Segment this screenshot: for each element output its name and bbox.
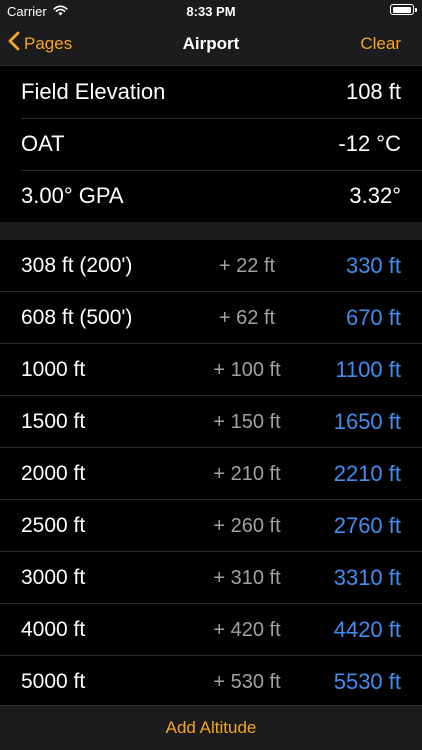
add-altitude-button[interactable]: Add Altitude	[166, 706, 257, 750]
altitude-corrected: 2210 ft	[333, 461, 401, 486]
altitude-row[interactable]: 5000 ft + 530 ft 5530 ft	[0, 656, 422, 708]
altitude-corrected: 1100 ft	[335, 357, 401, 382]
altitude-row[interactable]: 608 ft (500') + 62 ft 670 ft	[0, 292, 422, 344]
field-elevation-row[interactable]: Field Elevation 108 ft	[0, 66, 422, 118]
oat-label: OAT	[21, 131, 65, 156]
status-right	[390, 4, 417, 15]
screen: Carrier 8:33 PM Pages Airport Clear Fiel…	[0, 0, 422, 750]
altitude-row[interactable]: 3000 ft + 310 ft 3310 ft	[0, 552, 422, 604]
altitude-row[interactable]: 4000 ft + 420 ft 4420 ft	[0, 604, 422, 656]
back-button-label: Pages	[24, 33, 73, 53]
back-button[interactable]: Pages	[8, 22, 72, 65]
battery-icon	[390, 4, 417, 15]
status-bar: Carrier 8:33 PM	[0, 0, 422, 22]
altitude-corrected: 4420 ft	[333, 617, 401, 642]
altitude-row[interactable]: 308 ft (200') + 22 ft 330 ft	[0, 240, 422, 292]
section-separator	[0, 222, 422, 240]
battery-level	[392, 6, 411, 13]
altitude-corrected: 3310 ft	[333, 565, 401, 590]
bottom-toolbar: Add Altitude	[0, 705, 422, 750]
clear-button[interactable]: Clear	[360, 22, 401, 65]
altitude-row[interactable]: 2000 ft + 210 ft 2210 ft	[0, 448, 422, 500]
gpa-label: 3.00° GPA	[21, 183, 124, 208]
airport-info-section: Field Elevation 108 ft OAT -12 °C 3.00° …	[0, 66, 422, 222]
altitude-row[interactable]: 1500 ft + 150 ft 1650 ft	[0, 396, 422, 448]
gpa-row[interactable]: 3.00° GPA 3.32°	[0, 170, 422, 222]
status-time: 8:33 PM	[186, 4, 236, 19]
chevron-left-icon	[8, 31, 24, 56]
gpa-value: 3.32°	[349, 183, 401, 208]
altitude-row[interactable]: 1000 ft + 100 ft 1100 ft	[0, 344, 422, 396]
navigation-bar: Pages Airport Clear	[0, 22, 422, 66]
altitude-corrected: 1650 ft	[333, 409, 401, 434]
altitude-corrected: 2760 ft	[333, 513, 401, 538]
field-elevation-value: 108 ft	[345, 79, 401, 104]
altitude-row[interactable]: 2500 ft + 260 ft 2760 ft	[0, 500, 422, 552]
oat-value: -12 °C	[338, 131, 401, 156]
field-elevation-label: Field Elevation	[21, 79, 166, 104]
altitude-corrected: 330 ft	[345, 253, 401, 278]
altitude-corrected: 670 ft	[345, 305, 401, 330]
altitude-table: 308 ft (200') + 22 ft 330 ft 608 ft (500…	[0, 240, 422, 708]
altitude-corrected: 5530 ft	[333, 669, 401, 694]
oat-row[interactable]: OAT -12 °C	[0, 118, 422, 170]
